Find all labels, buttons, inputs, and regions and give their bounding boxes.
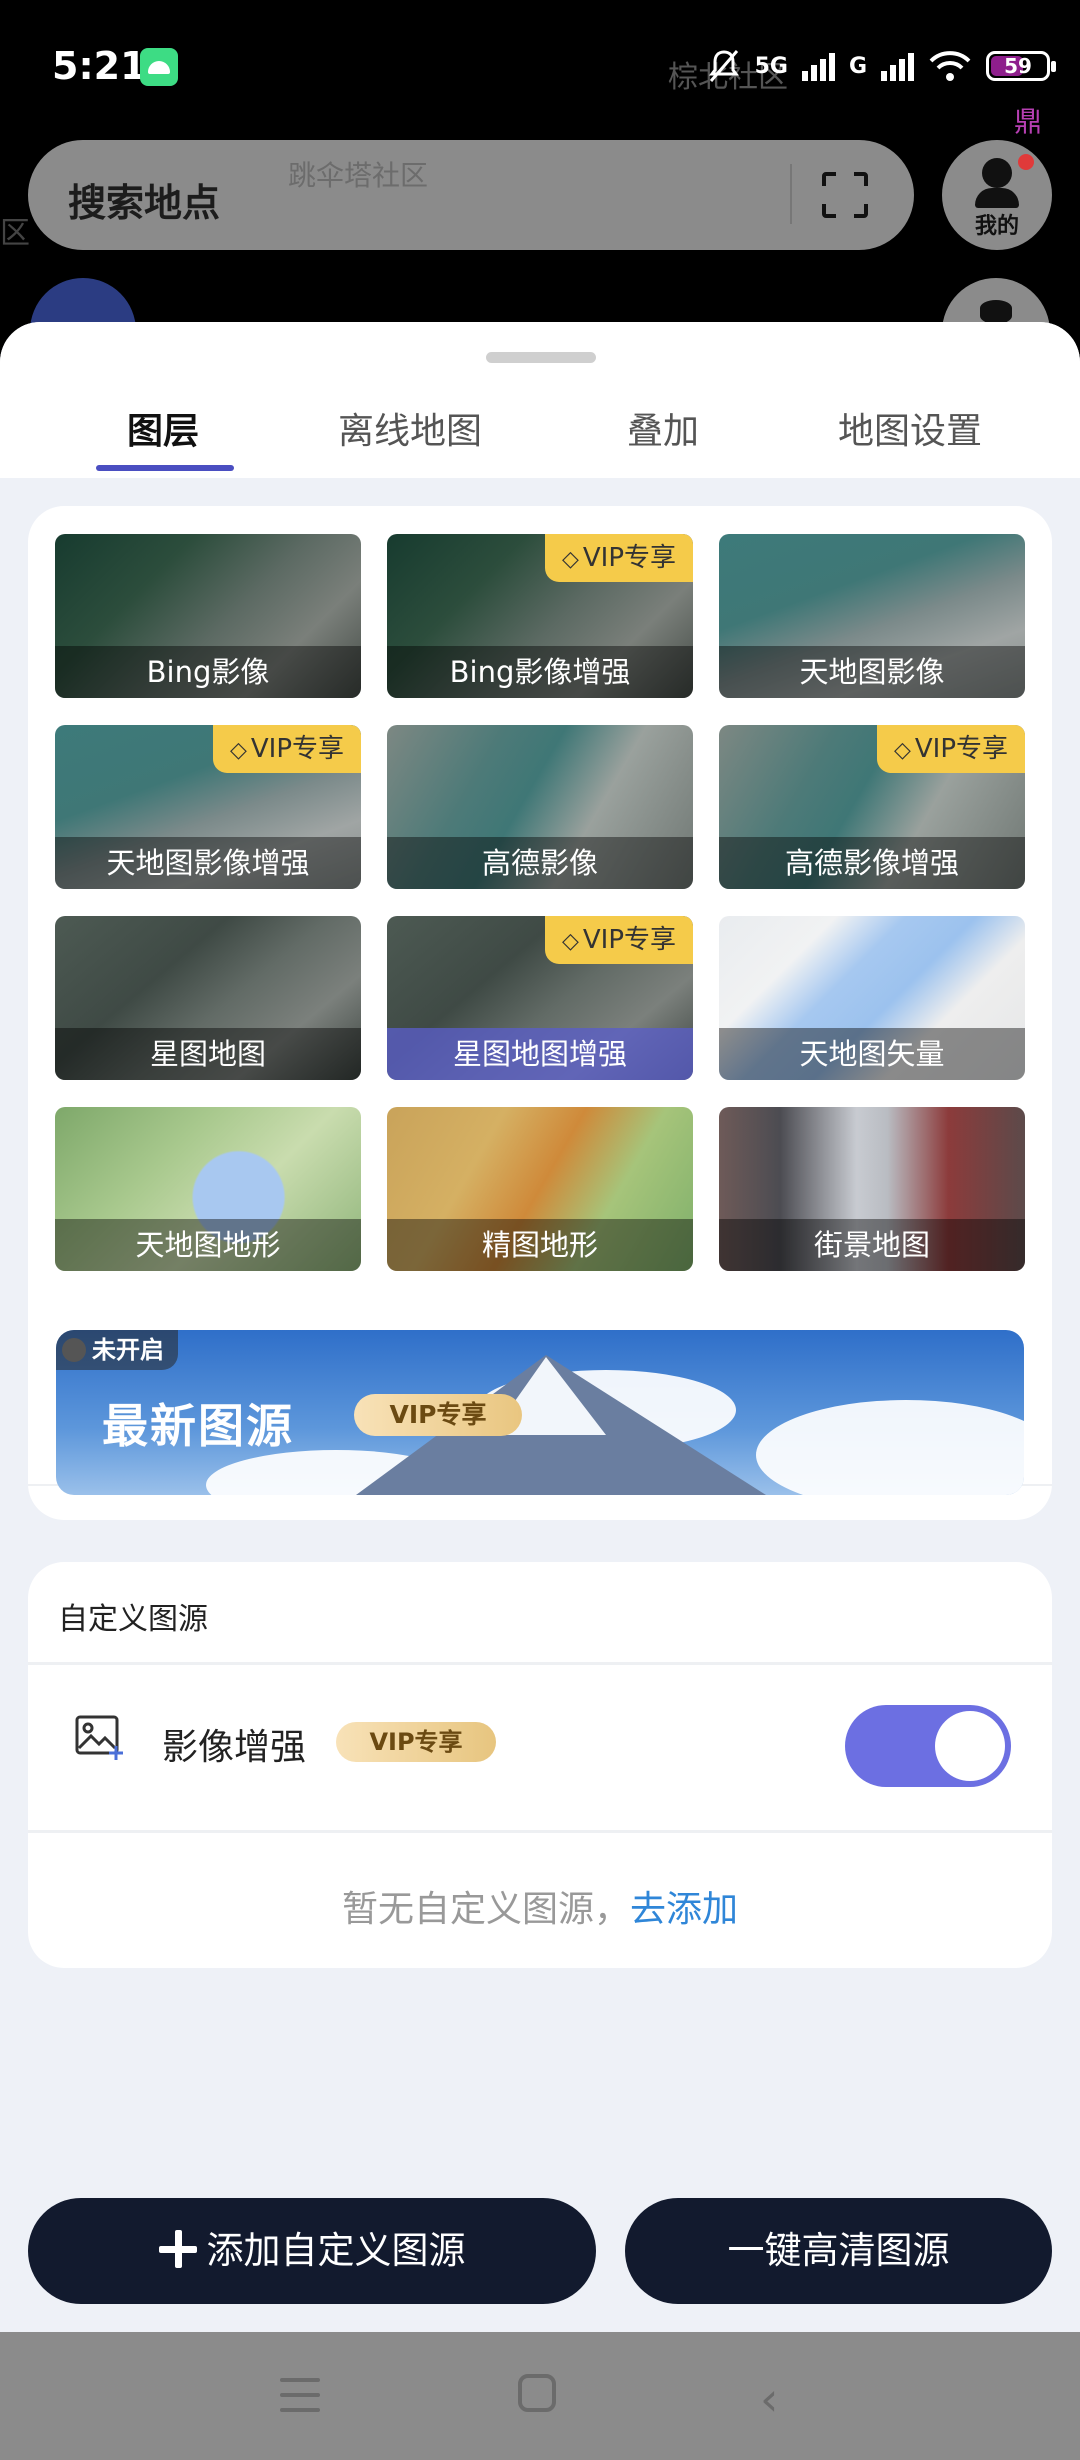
image-enhance-label: 影像增强 xyxy=(162,1727,307,1768)
menu-icon[interactable] xyxy=(280,2378,320,2412)
status-indicators: 5G G 59 xyxy=(707,44,1056,88)
layer-label: Bing影像 xyxy=(55,646,361,698)
search-bar[interactable]: 搜索地点 跳伞塔社区 xyxy=(28,140,914,250)
cloud-shape xyxy=(756,1400,1024,1495)
plus-icon xyxy=(158,2230,197,2268)
database-icon xyxy=(980,300,1012,324)
map-side-text: 区 xyxy=(0,216,30,251)
add-link[interactable]: 去添加 xyxy=(630,1889,738,1930)
layer-tile[interactable]: 街景地图 xyxy=(719,1107,1025,1271)
scan-icon[interactable] xyxy=(820,170,870,220)
layer-label: 天地图影像增强 xyxy=(55,837,361,889)
layer-bottom-sheet: 图层 离线地图 叠加 地图设置 Bing影像 VIP专享 Bing影像增强 天地… xyxy=(0,322,1080,2332)
add-custom-source-button[interactable]: 添加自定义图源 xyxy=(28,2198,596,2304)
status-tag: 未开启 xyxy=(56,1330,178,1370)
me-label: 我的 xyxy=(974,214,1019,239)
layer-tile[interactable]: VIP专享 高德影像增强 xyxy=(719,725,1025,889)
empty-text: 暂无自定义图源， xyxy=(341,1889,630,1930)
layer-label: 精图地形 xyxy=(387,1219,693,1271)
layer-label: 高德影像增强 xyxy=(719,837,1025,889)
tab-layers[interactable]: 图层 xyxy=(127,402,199,454)
layer-label: 天地图矢量 xyxy=(719,1028,1025,1080)
latest-source-banner[interactable]: 未开启 最新图源 VIP专享 xyxy=(56,1330,1024,1495)
layer-tile[interactable]: 天地图矢量 xyxy=(719,916,1025,1080)
layer-tile[interactable]: 高德影像 xyxy=(387,725,693,889)
status-tag-label: 未开启 xyxy=(92,1336,164,1364)
status-bar: 5:21 棕北社区 5G G 59 鼎 xyxy=(0,0,1080,140)
search-divider xyxy=(790,164,792,224)
wifi-icon xyxy=(929,51,971,81)
one-click-hd-button[interactable]: 一键高清图源 xyxy=(625,2198,1052,2304)
vip-badge: VIP专享 xyxy=(336,1722,496,1762)
tab-offline-map[interactable]: 离线地图 xyxy=(338,402,482,454)
layer-tile[interactable]: VIP专享 星图地图增强 xyxy=(387,916,693,1080)
layer-tile[interactable]: 天地图地形 xyxy=(55,1107,361,1271)
layer-tile[interactable]: 星图地图 xyxy=(55,916,361,1080)
layer-tile[interactable]: VIP专享 Bing影像增强 xyxy=(387,534,693,698)
drag-handle[interactable] xyxy=(486,352,596,363)
status-background-ding: 鼎 xyxy=(1013,105,1042,138)
tab-map-settings[interactable]: 地图设置 xyxy=(838,402,982,454)
user-icon xyxy=(982,158,1012,188)
vip-badge: VIP专享 xyxy=(545,534,693,582)
signal-bars-2-icon xyxy=(881,51,914,81)
status-dot-icon xyxy=(62,1338,86,1362)
me-button[interactable]: 我的 xyxy=(942,140,1052,250)
tab-indicator xyxy=(96,465,234,471)
battery-level: 59 xyxy=(1004,54,1032,78)
divider xyxy=(28,1830,1052,1833)
signal-bars-icon xyxy=(801,51,835,81)
network-5g-label: 5G xyxy=(754,53,788,79)
vip-badge: VIP专享 xyxy=(354,1394,522,1436)
bell-off-icon xyxy=(708,50,739,82)
layer-tile[interactable]: Bing影像 xyxy=(55,534,361,698)
notification-dot xyxy=(1018,154,1034,170)
android-notification-icon xyxy=(140,48,178,86)
add-custom-source-label: 添加自定义图源 xyxy=(206,2229,466,2272)
layer-label: 星图地图 xyxy=(55,1028,361,1080)
layer-tile[interactable]: 精图地形 xyxy=(387,1107,693,1271)
vip-badge: VIP专享 xyxy=(545,916,693,964)
search-background-text: 跳伞塔社区 xyxy=(288,159,429,192)
layer-label: 街景地图 xyxy=(719,1219,1025,1271)
layer-tile[interactable]: 天地图影像 xyxy=(719,534,1025,698)
layer-label: 高德影像 xyxy=(387,837,693,889)
search-placeholder: 搜索地点 xyxy=(68,181,221,225)
layer-label: 天地图地形 xyxy=(55,1219,361,1271)
user-icon-body xyxy=(975,188,1019,208)
toggle-knob xyxy=(935,1711,1005,1781)
sheet-header: 图层 离线地图 叠加 地图设置 xyxy=(0,322,1080,478)
status-time: 5:21 xyxy=(52,44,147,88)
layer-tile[interactable]: VIP专享 天地图影像增强 xyxy=(55,725,361,889)
battery-icon: 59 xyxy=(986,51,1056,81)
empty-state: 暂无自定义图源，去添加 xyxy=(28,1880,1052,1932)
section-title: 自定义图源 xyxy=(58,1602,208,1637)
tab-overlay[interactable]: 叠加 xyxy=(627,402,699,454)
banner-title: 最新图源 xyxy=(102,1399,294,1453)
system-nav-bar: ‹ xyxy=(0,2332,1080,2460)
one-click-hd-label: 一键高清图源 xyxy=(727,2229,950,2272)
layer-label: 天地图影像 xyxy=(719,646,1025,698)
vip-badge: VIP专享 xyxy=(877,725,1025,773)
custom-source-card: 自定义图源 影像增强 VIP专享 暂无自定义图源，去添加 xyxy=(28,1562,1052,1968)
back-icon[interactable]: ‹ xyxy=(760,2372,778,2426)
layer-label: Bing影像增强 xyxy=(387,646,693,698)
image-enhance-toggle[interactable] xyxy=(845,1705,1011,1787)
divider xyxy=(28,1662,1052,1665)
image-add-icon xyxy=(75,1715,123,1760)
vip-badge: VIP专享 xyxy=(213,725,361,773)
network-g-label: G xyxy=(848,53,867,79)
home-icon[interactable] xyxy=(518,2374,556,2412)
layer-label: 星图地图增强 xyxy=(387,1028,693,1080)
